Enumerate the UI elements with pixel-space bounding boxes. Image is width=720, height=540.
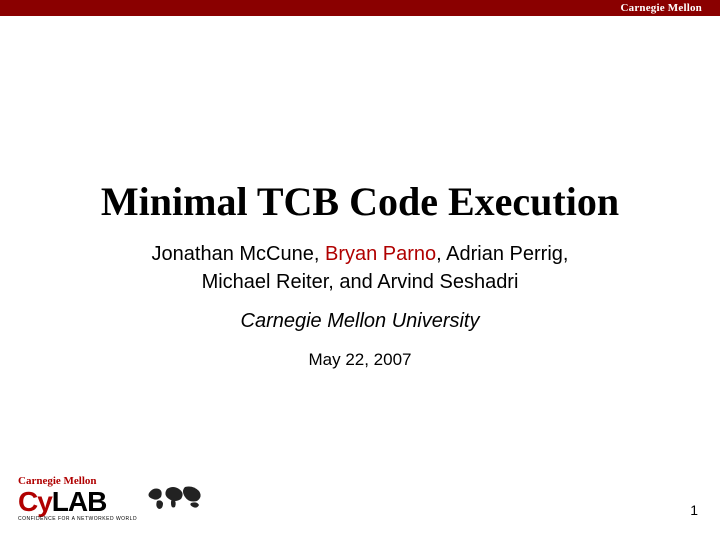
footer-logo: Carnegie Mellon CyLAB CONFIDENCE FOR A N… [18,476,203,522]
presentation-date: May 22, 2007 [0,350,720,370]
world-map-icon [147,483,203,516]
author-text: , Adrian Perrig, [436,243,568,265]
affiliation: Carnegie Mellon University [0,310,720,333]
logo-main: CyLAB [18,489,137,514]
header-brand: Carnegie Mellon [620,0,702,16]
header-bar: Carnegie Mellon [0,0,720,16]
author-text: Jonathan McCune, [152,243,325,265]
authors-block: Jonathan McCune, Bryan Parno, Adrian Per… [0,240,720,296]
page-number: 1 [690,502,698,518]
logo-cy: Cy [18,486,52,517]
slide-title: Minimal TCB Code Execution [0,178,720,225]
logo-tagline: CONFIDENCE FOR A NETWORKED WORLD [18,516,137,522]
cylab-logo: Carnegie Mellon CyLAB CONFIDENCE FOR A N… [18,476,137,522]
authors-line1: Jonathan McCune, Bryan Parno, Adrian Per… [0,240,720,268]
logo-lab: LAB [52,486,107,517]
author-highlight: Bryan Parno [325,243,436,265]
authors-line2: Michael Reiter, and Arvind Seshadri [0,268,720,296]
